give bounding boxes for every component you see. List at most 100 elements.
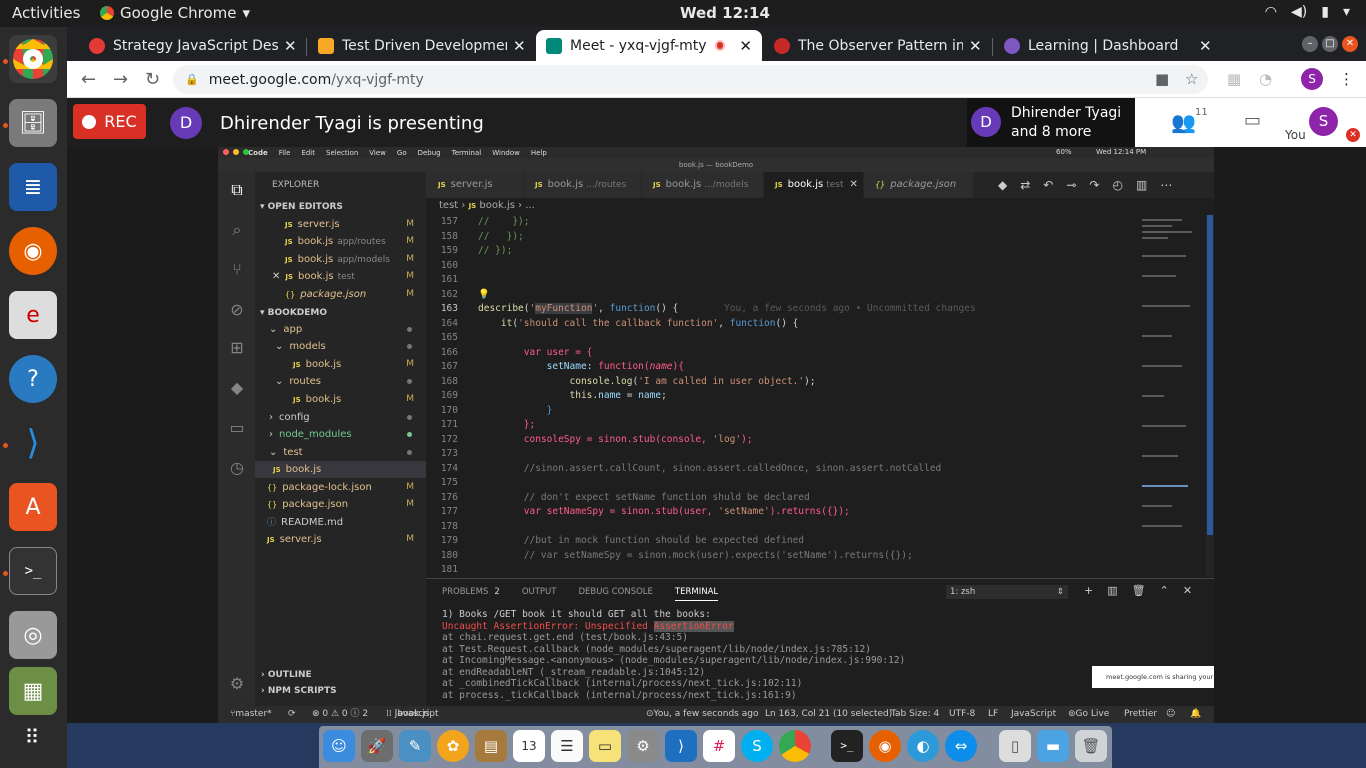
browser-tab-strip: Strategy JavaScript Des ✕ Test Driven De… — [67, 27, 1366, 61]
modified-badge: M — [406, 499, 414, 509]
file-name: package.json — [300, 289, 367, 300]
tab-size: Tab Size: 4 — [891, 709, 940, 719]
tab-favicon-icon — [318, 37, 334, 54]
close-window-button[interactable]: ✕ — [1342, 36, 1358, 52]
file-name: README.md — [281, 517, 344, 528]
close-tab-icon[interactable]: ✕ — [739, 37, 752, 55]
tree-file-selected: JS book.js — [255, 461, 426, 478]
address-bar[interactable]: 🔒 meet.google.com/yxq-vjgf-mty — [173, 65, 1208, 94]
outline-section: › OUTLINE — [261, 670, 312, 680]
commit-icon: ⊸ — [1066, 178, 1077, 192]
traffic-lights — [223, 149, 249, 155]
terminal-dock-icon[interactable]: >_ — [9, 547, 57, 595]
extension-icon[interactable]: ▦ — [1227, 70, 1241, 88]
browser-tab-active[interactable]: Meet - yxq-vjgf-mty ✕ — [536, 30, 762, 61]
system-preferences-icon: ⚙ — [627, 730, 659, 762]
open-editor-item: JS book.js app/routes M — [255, 233, 426, 250]
mac-battery: 60% — [1056, 148, 1072, 156]
lock-icon: 🔒 — [185, 73, 199, 86]
vscode-dock-icon[interactable]: ⟩ — [9, 419, 57, 467]
screen-share-notice[interactable]: meet.google.com is sharing your s — [1092, 666, 1214, 688]
js-file-icon: JS — [285, 256, 293, 264]
tree-file: {} package-lock.json M — [255, 479, 426, 496]
source-control-icon: ⑂ — [232, 260, 242, 279]
code-text: // }); — [478, 216, 530, 227]
mac-menu-item: Edit — [301, 148, 315, 157]
presenting-label: Dhirender Tyagi is presenting — [220, 113, 484, 134]
photos-dock-icon[interactable]: ▦ — [9, 667, 57, 715]
maximize-button[interactable]: □ — [1322, 36, 1338, 52]
code-line: 180 // var setNameSpy = sinon.mock(user)… — [440, 549, 913, 561]
code-line-current: 163 describe('myFunction', function() { Y… — [440, 303, 976, 314]
js-file-icon: JS — [653, 181, 661, 189]
meet-controls: 👥 11 ▭ You S ✕ — [1135, 98, 1366, 147]
extension-icon[interactable]: ◔ — [1259, 70, 1272, 88]
file-folder: app/routes — [337, 237, 386, 247]
browser-tab[interactable]: Learning | Dashboard ✕ — [994, 30, 1222, 61]
firefox-dock-icon[interactable]: ◉ — [9, 227, 57, 275]
system-top-bar: Activities Google Chrome ▾ Wed 12:14 ◠ ◀… — [0, 0, 1366, 27]
files-dock-icon[interactable]: 🗄 — [9, 99, 57, 147]
code-line: 170 } — [440, 404, 553, 416]
close-tab-icon[interactable]: ✕ — [284, 37, 297, 55]
people-icon[interactable]: 👥 — [1171, 110, 1196, 134]
modified-dot — [407, 379, 412, 384]
profile-avatar[interactable]: S — [1301, 68, 1323, 90]
activities-button[interactable]: Activities — [12, 4, 80, 22]
self-avatar[interactable]: S — [1309, 107, 1338, 136]
participant-tile[interactable]: D Dhirender Tyagi and 8 more — [967, 98, 1135, 147]
file-name: book.js — [305, 394, 342, 405]
calendar-icon: 13 — [513, 730, 545, 762]
folder-name: app — [283, 324, 303, 335]
browser-tab[interactable]: Test Driven Developmen ✕ — [308, 30, 536, 61]
forward-button[interactable]: → — [113, 69, 128, 90]
bookmark-star-icon[interactable]: ☆ — [1185, 70, 1198, 88]
js-file-icon: JS — [285, 238, 293, 246]
system-tray[interactable]: ◠ ◀) ▮ ▾ — [1265, 4, 1350, 20]
folder-name: node_modules — [279, 429, 352, 440]
evince-dock-icon[interactable]: e — [9, 291, 57, 339]
camera-in-use-icon[interactable]: ■ — [1155, 70, 1169, 88]
back-button[interactable]: ← — [81, 69, 96, 90]
modified-badge: M — [406, 254, 414, 264]
url-path: /yxq-vjgf-mty — [331, 71, 424, 88]
browser-tab[interactable]: The Observer Pattern in ✕ — [764, 30, 992, 61]
npm-scripts-section: › NPM SCRIPTS — [261, 686, 337, 696]
close-icon: ✕ — [849, 179, 858, 190]
menu-kebab-icon[interactable]: ⋮ — [1339, 70, 1354, 88]
recording-badge[interactable]: REC — [73, 104, 146, 139]
js-file-icon: JS — [267, 536, 275, 544]
code-line: 172 consoleSpy = sinon.stub(console, 'lo… — [440, 433, 753, 445]
close-tab-icon[interactable]: ✕ — [969, 37, 982, 55]
cursor-position: Ln 163, Col 21 (10 selected) — [765, 709, 893, 719]
writer-dock-icon[interactable]: ≣ — [9, 163, 57, 211]
software-dock-icon[interactable]: A — [9, 483, 57, 531]
window-controls: – □ ✕ — [1302, 36, 1358, 52]
chat-icon[interactable]: ▭ — [1244, 110, 1261, 131]
tree-folder: › node_modules — [255, 426, 426, 443]
help-dock-icon[interactable]: ? — [9, 355, 57, 403]
mac-menu-item: File — [278, 148, 291, 157]
reload-button[interactable]: ↻ — [145, 69, 160, 90]
docker-icon: ◆ — [230, 378, 244, 397]
app-menu[interactable]: Google Chrome ▾ — [100, 4, 250, 22]
close-tab-icon[interactable]: ✕ — [1199, 37, 1212, 55]
browser-tab[interactable]: Strategy JavaScript Des ✕ — [79, 30, 307, 61]
section-label: NPM SCRIPTS — [267, 686, 337, 696]
clock[interactable]: Wed 12:14 — [680, 4, 770, 22]
browser-toolbar: ← → ↻ 🔒 meet.google.com/yxq-vjgf-mty ■ ☆… — [67, 61, 1366, 98]
show-apps-icon[interactable]: ⠿ — [9, 713, 57, 761]
open-editors-header: ▾ OPEN EDITORS — [260, 202, 343, 212]
code-line: 171 }; — [440, 419, 536, 430]
chrome-dock-icon[interactable] — [9, 35, 57, 83]
split-editor-icon: ▥ — [1135, 178, 1148, 192]
editor-tab-label: book.js — [665, 179, 702, 190]
close-tab-icon[interactable]: ✕ — [513, 37, 526, 55]
minimize-button[interactable]: – — [1302, 36, 1318, 52]
modified-badge: M — [406, 289, 414, 299]
search-icon: ⌕ — [232, 220, 242, 239]
terminal-line: at chai.request.get.end (test/book.js:43… — [442, 632, 688, 643]
open-editor-item: JS server.js M — [255, 216, 426, 233]
camera-dock-icon[interactable]: ◎ — [9, 611, 57, 659]
file-name: book.js — [298, 271, 334, 282]
